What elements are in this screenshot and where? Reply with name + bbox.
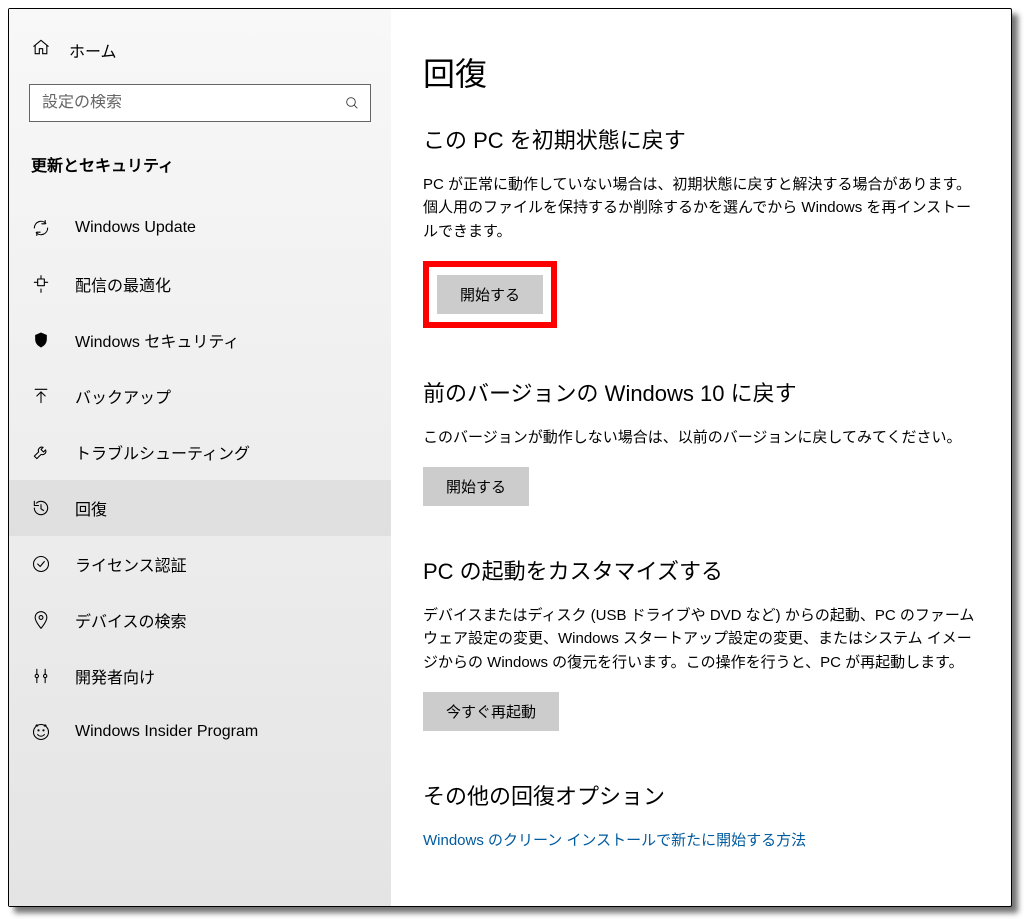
section-title-goback: 前のバージョンの Windows 10 に戻す [423,376,979,408]
section-reset-pc: この PC を初期状態に戻す PC が正常に動作していない場合は、初期状態に戻す… [423,123,979,328]
section-title-more: その他の回復オプション [423,779,979,811]
sidebar-item-windows-security[interactable]: Windows セキュリティ [9,312,391,368]
sidebar-item-label: デバイスの検索 [75,608,187,632]
page-title: 回復 [423,49,979,95]
sidebar-item-delivery-optimization[interactable]: 配信の最適化 [9,256,391,312]
sidebar-item-label: Windows Update [75,219,196,237]
wrench-icon [31,442,51,462]
section-more-options: その他の回復オプション Windows のクリーン インストールで新たに開始する… [423,779,979,850]
insider-icon [31,722,51,742]
highlight-frame: 開始する [423,261,557,328]
home-button[interactable]: ホーム [9,27,391,72]
search-field[interactable] [29,84,371,122]
settings-window: ホーム 更新とセキュリティ Windows Update [8,8,1012,907]
sidebar-item-label: トラブルシューティング [75,440,250,464]
sidebar-item-label: Windows Insider Program [75,723,258,741]
sidebar-item-find-my-device[interactable]: デバイスの検索 [9,592,391,648]
section-go-back: 前のバージョンの Windows 10 に戻す このバージョンが動作しない場合は… [423,376,979,506]
sidebar-item-backup[interactable]: バックアップ [9,368,391,424]
main-content: 回復 この PC を初期状態に戻す PC が正常に動作していない場合は、初期状態… [391,9,1011,906]
location-icon [31,610,51,630]
recovery-icon [31,498,51,518]
sync-icon [31,218,51,238]
check-circle-icon [31,554,51,574]
sidebar-item-label: ライセンス認証 [75,552,187,576]
search-icon [334,95,370,111]
sidebar-item-for-developers[interactable]: 開発者向け [9,648,391,704]
restart-now-button[interactable]: 今すぐ再起動 [423,692,559,731]
sidebar-item-recovery[interactable]: 回復 [9,480,391,536]
section-title-reset: この PC を初期状態に戻す [423,123,979,155]
home-icon [31,37,51,62]
sidebar-item-windows-insider-program[interactable]: Windows Insider Program [9,704,391,760]
sidebar-item-label: Windows セキュリティ [75,328,239,352]
delivery-optimization-icon [31,274,51,294]
section-desc-advanced: デバイスまたはディスク (USB ドライブや DVD など) からの起動、PC … [423,604,979,674]
go-back-button[interactable]: 開始する [423,467,529,506]
sidebar: ホーム 更新とセキュリティ Windows Update [9,9,391,906]
sidebar-item-label: 回復 [75,496,107,520]
shield-icon [31,330,51,350]
section-desc-goback: このバージョンが動作しない場合は、以前のバージョンに戻してみてください。 [423,426,979,449]
section-desc-reset: PC が正常に動作していない場合は、初期状態に戻すと解決する場合があります。個人… [423,173,979,243]
sidebar-item-label: 配信の最適化 [75,272,171,296]
sidebar-item-label: 開発者向け [75,664,155,688]
search-input[interactable] [30,94,334,112]
sidebar-item-windows-update[interactable]: Windows Update [9,200,391,256]
home-label: ホーム [69,38,117,62]
layout: ホーム 更新とセキュリティ Windows Update [9,9,1011,906]
sidebar-item-activation[interactable]: ライセンス認証 [9,536,391,592]
sidebar-item-label: バックアップ [75,384,171,408]
section-advanced-startup: PC の起動をカスタマイズする デバイスまたはディスク (USB ドライブや D… [423,554,979,731]
category-heading: 更新とセキュリティ [9,144,391,200]
sidebar-item-troubleshoot[interactable]: トラブルシューティング [9,424,391,480]
developer-icon [31,666,51,686]
backup-icon [31,386,51,406]
reset-pc-button[interactable]: 開始する [437,275,543,314]
clean-install-link[interactable]: Windows のクリーン インストールで新たに開始する方法 [423,829,979,850]
section-title-advanced: PC の起動をカスタマイズする [423,554,979,586]
